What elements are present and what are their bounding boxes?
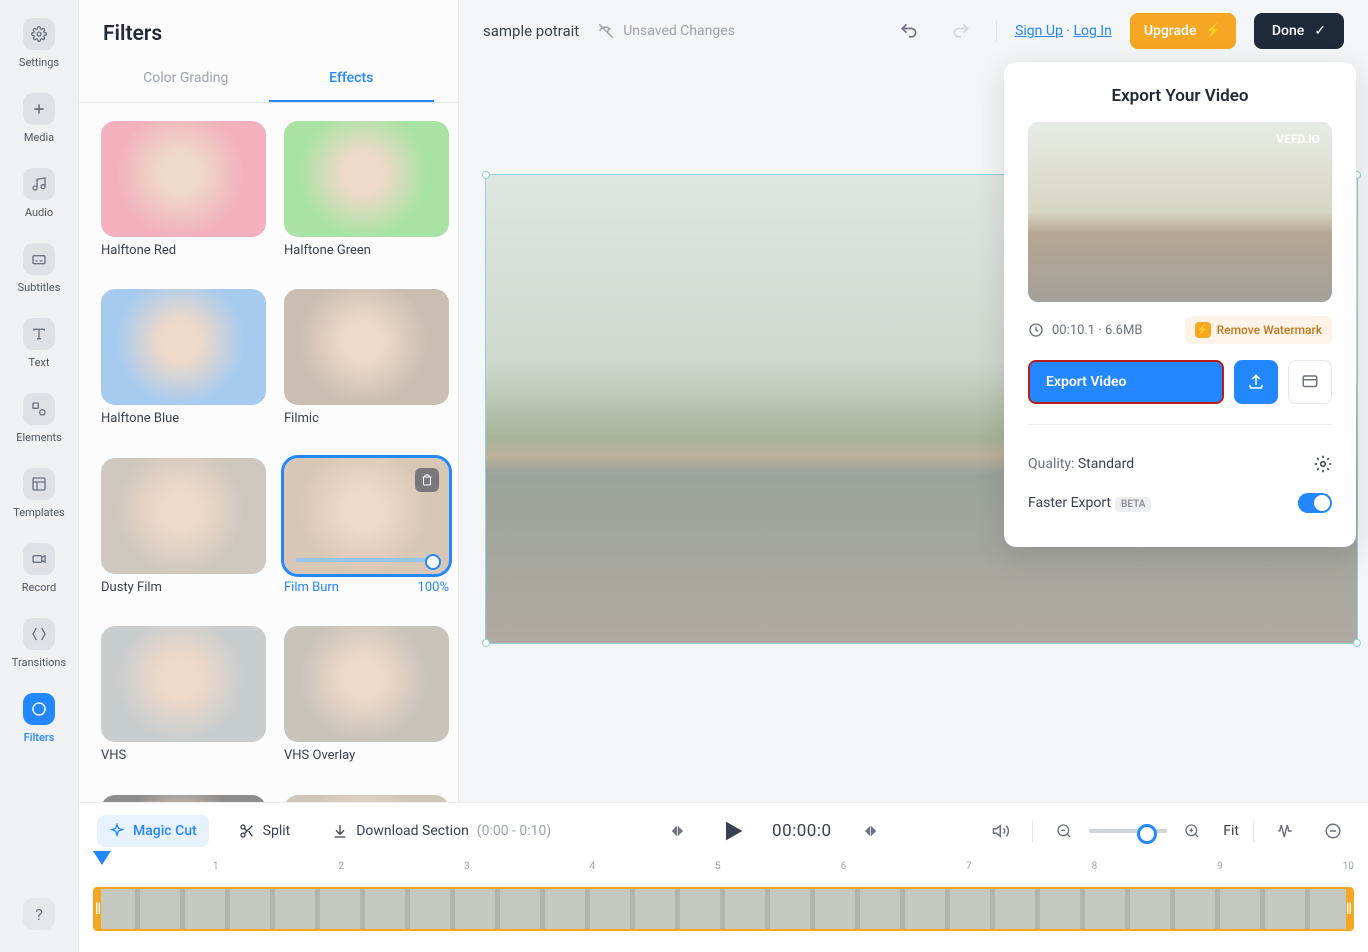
video-track[interactable]: ‖ ‖ [93,887,1354,931]
rail-media[interactable]: Media [0,93,78,144]
subtitles-icon [23,243,55,275]
redo-button[interactable] [944,14,978,48]
text-icon [23,318,55,350]
bottom-bar: Magic Cut Split Download Section(0:00 - … [79,802,1368,952]
effect-dusty-film[interactable]: Dusty Film [101,458,266,612]
effect-filmic[interactable]: Filmic [284,289,449,443]
rail-settings[interactable]: Settings [0,18,78,69]
music-icon [23,168,55,200]
volume-button[interactable] [984,814,1018,848]
filter-tabs: Color Grading Effects [79,56,458,103]
timeline[interactable]: 12345678910 ‖ ‖ [79,859,1368,952]
export-preview: VEED.IO [1028,122,1332,302]
effect-label: VHS Overlay [284,748,449,763]
resize-handle[interactable] [1353,639,1361,647]
export-info: 00:10.1 · 6.6MB [1028,322,1142,338]
check-icon: ✓ [1314,23,1326,39]
clip-left-grip[interactable]: ‖ [95,889,101,929]
project-title[interactable]: sample potrait [483,22,579,40]
fit-button[interactable]: Fit [1223,823,1239,839]
rail-text[interactable]: Text [0,318,78,369]
unsaved-indicator: Unsaved Changes [597,22,735,40]
rail-subtitles[interactable]: Subtitles [0,243,78,294]
export-popup: Export Your Video VEED.IO 00:10.1 · 6.6M… [1004,62,1356,547]
effect-label: Halftone Red [101,243,266,258]
effect-film-burn[interactable]: Film Burn100% [284,458,449,612]
trash-icon[interactable] [415,468,439,492]
sparkle-icon [109,823,125,839]
zoom-in-button[interactable] [1175,814,1209,848]
question-icon: ? [23,898,55,930]
rail-transitions[interactable]: Transitions [0,618,78,669]
effect-label: Filmic [284,411,449,426]
effect-label: VHS [101,748,266,763]
effect-halftone-red[interactable]: Halftone Red [101,121,266,275]
download-icon [332,823,348,839]
next-frame-button[interactable] [854,814,888,848]
clip-right-grip[interactable]: ‖ [1346,889,1352,929]
prev-frame-button[interactable] [660,814,694,848]
rail-elements[interactable]: Elements [0,393,78,444]
magic-cut-button[interactable]: Magic Cut [97,815,209,847]
tab-color-grading[interactable]: Color Grading [103,56,269,102]
collapse-button[interactable] [1316,814,1350,848]
bolt-icon: ⚡ [1204,23,1221,39]
rail-audio[interactable]: Audio [0,168,78,219]
topbar: sample potrait Unsaved Changes Sign Up ·… [459,0,1368,62]
undo-button[interactable] [892,14,926,48]
playhead-time: 00:00:0 [772,821,832,841]
panel-title: Filters [79,0,458,56]
gear-icon [23,18,55,50]
remove-watermark-button[interactable]: ⚡Remove Watermark [1185,316,1332,344]
split-button[interactable]: Split [227,815,303,847]
resize-handle[interactable] [482,639,490,647]
done-button[interactable]: Done✓ [1254,13,1344,49]
play-button[interactable] [716,814,750,848]
plus-icon [23,93,55,125]
zoom-out-button[interactable] [1047,814,1081,848]
clock-icon [1028,322,1044,338]
rail-templates[interactable]: Templates [0,468,78,519]
cloud-off-icon [597,22,615,40]
timeline-ruler: 12345678910 [93,861,1354,875]
faster-export-row: Faster ExportBETA [1028,483,1332,523]
rail-help[interactable]: ? [0,898,78,930]
export-video-button[interactable]: Export Video [1028,360,1224,404]
quality-row[interactable]: Quality: Standard [1028,445,1332,483]
effect-label: Halftone Blue [101,411,266,426]
rail-record[interactable]: Record [0,543,78,594]
export-title: Export Your Video [1028,86,1332,106]
effect-vhs[interactable]: VHS [101,626,266,780]
bolt-icon: ⚡ [1195,322,1211,338]
resize-handle[interactable] [482,171,490,179]
effect-label: Film Burn100% [284,580,449,595]
effect-halftone-green[interactable]: Halftone Green [284,121,449,275]
effect-label: Dusty Film [101,580,266,595]
transitions-icon [23,618,55,650]
tab-effects[interactable]: Effects [269,56,435,102]
intensity-slider[interactable] [296,558,437,562]
upgrade-button[interactable]: Upgrade⚡ [1130,13,1236,49]
effect-halftone-blue[interactable]: Halftone Blue [101,289,266,443]
rail-filters[interactable]: Filters [0,693,78,744]
filters-icon [23,693,55,725]
shapes-icon [23,393,55,425]
zoom-slider[interactable] [1089,829,1167,833]
effect-vhs-overlay[interactable]: VHS Overlay [284,626,449,780]
login-link[interactable]: Log In [1073,23,1111,39]
export-embed-button[interactable] [1288,360,1332,404]
download-section-button[interactable]: Download Section(0:00 - 0:10) [320,815,563,847]
camera-icon [23,543,55,575]
waveform-button[interactable] [1268,814,1302,848]
faster-export-toggle[interactable] [1298,493,1332,513]
watermark-brand: VEED.IO [1276,132,1320,146]
layout-icon [23,468,55,500]
gear-icon[interactable] [1314,455,1332,473]
export-share-button[interactable] [1234,360,1278,404]
scissors-icon [239,823,255,839]
auth-links: Sign Up · Log In [1015,23,1112,39]
signup-link[interactable]: Sign Up [1015,23,1063,39]
left-rail: Settings Media Audio Subtitles Text Elem… [0,0,79,952]
effect-label: Halftone Green [284,243,449,258]
